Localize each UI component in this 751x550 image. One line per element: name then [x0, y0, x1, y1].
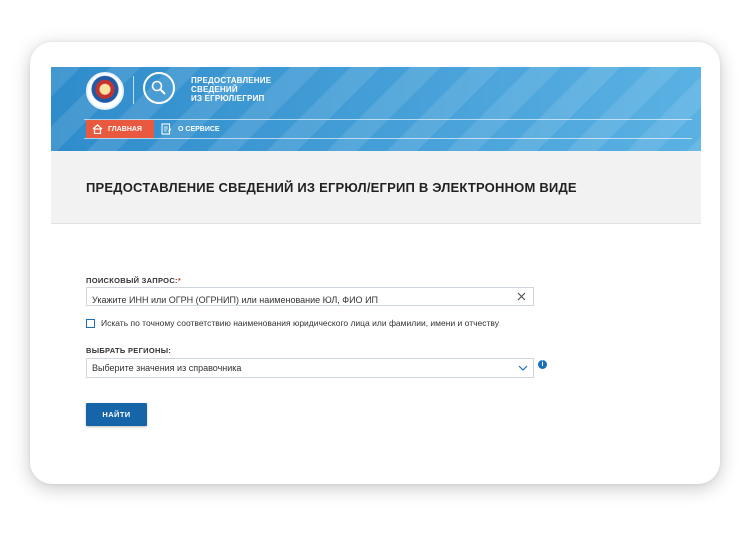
nav-about-link[interactable]: О СЕРВИСЕ: [161, 120, 220, 138]
info-icon[interactable]: i: [538, 360, 547, 369]
header-banner: ПРЕДОСТАВЛЕНИЕ СВЕДЕНИЙ ИЗ ЕГРЮЛ/ЕГРИП Г…: [51, 67, 701, 151]
required-mark: *: [177, 276, 182, 285]
home-icon: [92, 124, 103, 134]
service-title[interactable]: ПРЕДОСТАВЛЕНИЕ СВЕДЕНИЙ ИЗ ЕГРЮЛ/ЕГРИП: [191, 76, 271, 103]
nav-home-link[interactable]: ГЛАВНАЯ: [86, 120, 154, 138]
service-title-line-2: СВЕДЕНИЙ: [191, 85, 238, 94]
region-select-value: Выберите значения из справочника: [92, 363, 242, 373]
clear-icon[interactable]: [516, 291, 527, 302]
nav-home-label: ГЛАВНАЯ: [108, 125, 142, 133]
service-title-line-1: ПРЕДОСТАВЛЕНИЕ: [191, 76, 272, 85]
document-icon: [161, 123, 172, 135]
page-title-band: ПРЕДОСТАВЛЕНИЕ СВЕДЕНИЙ ИЗ ЕГРЮЛ/ЕГРИП В…: [51, 151, 701, 224]
search-input-wrapper: [86, 287, 534, 309]
exact-match-option[interactable]: Искать по точному соответствию наименова…: [86, 318, 499, 328]
query-label-text: ПОИСКОВЫЙ ЗАПРОС:: [86, 276, 178, 285]
region-label: ВЫБРАТЬ РЕГИОНЫ:: [86, 346, 172, 355]
nav-about-label: О СЕРВИСЕ: [178, 125, 220, 133]
service-title-line-3: ИЗ ЕГРЮЛ/ЕГРИП: [191, 94, 265, 103]
page-title: ПРЕДОСТАВЛЕНИЕ СВЕДЕНИЙ ИЗ ЕГРЮЛ/ЕГРИП В…: [86, 180, 577, 195]
search-service-icon[interactable]: [143, 72, 175, 104]
exact-match-checkbox[interactable]: [86, 318, 95, 328]
search-button[interactable]: НАЙТИ: [86, 403, 147, 426]
exact-match-label: Искать по точному соответствию наименова…: [101, 318, 499, 328]
nav-bottom-divider: [84, 138, 692, 139]
chevron-down-icon: [518, 365, 528, 371]
region-select[interactable]: Выберите значения из справочника: [86, 358, 534, 378]
search-input[interactable]: [87, 291, 512, 309]
fns-emblem-icon[interactable]: [86, 72, 124, 110]
query-label: ПОИСКОВЫЙ ЗАПРОС:*: [86, 276, 181, 285]
browser-frame: ПРЕДОСТАВЛЕНИЕ СВЕДЕНИЙ ИЗ ЕГРЮЛ/ЕГРИП Г…: [30, 42, 720, 484]
header-divider: [133, 76, 134, 104]
